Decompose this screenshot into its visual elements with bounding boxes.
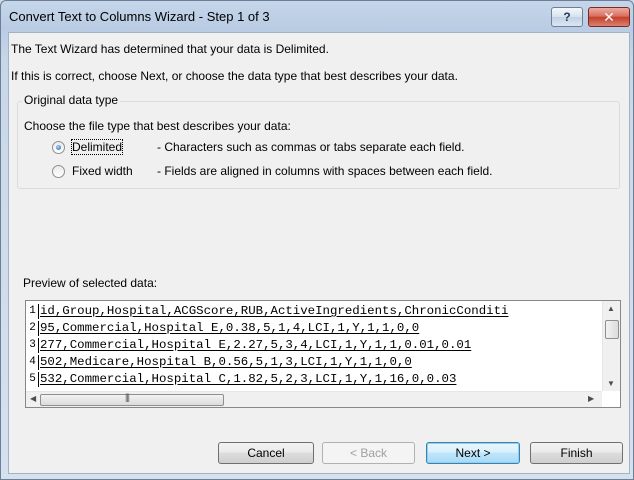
- preview-row: 1 id,Group,Hospital,ACGScore,RUB,ActiveI…: [26, 303, 594, 320]
- radio-button-icon[interactable]: [52, 141, 65, 154]
- finish-button-label: Finish: [560, 446, 593, 460]
- title-bar[interactable]: Convert Text to Columns Wizard - Step 1 …: [1, 1, 633, 31]
- scroll-grip-icon: |||: [125, 392, 130, 402]
- original-data-type-group: Original data type Choose the file type …: [17, 93, 620, 189]
- row-number: 2: [27, 321, 39, 336]
- delimited-description: - Characters such as commas or tabs sepa…: [157, 140, 465, 154]
- file-type-prompt: Choose the file type that best describes…: [24, 119, 291, 133]
- row-text: id,Group,Hospital,ACGScore,RUB,ActiveIng…: [40, 304, 509, 318]
- vertical-scroll-thumb[interactable]: [605, 320, 619, 339]
- row-text: 95,Commercial,Hospital E,0.38,5,1,4,LCI,…: [40, 321, 420, 335]
- horizontal-scroll-thumb[interactable]: |||: [40, 392, 224, 406]
- scroll-up-arrow-icon[interactable]: ▲: [607, 304, 615, 313]
- row-text: 277,Commercial,Hospital E,2.27,5,3,4,LCI…: [40, 338, 472, 352]
- vertical-scrollbar[interactable]: ▲ ▼: [602, 301, 620, 391]
- close-button[interactable]: ✕: [588, 7, 630, 27]
- scroll-right-arrow-icon[interactable]: ▶: [588, 394, 594, 403]
- fixed-width-description: - Fields are aligned in columns with spa…: [157, 164, 493, 178]
- preview-row: 4 502,Medicare,Hospital B,0.56,5,1,3,LCI…: [26, 354, 594, 371]
- back-button-label: < Back: [349, 446, 388, 460]
- radio-delimited[interactable]: Delimited - Characters such as commas or…: [52, 139, 612, 156]
- cancel-button-label: Cancel: [247, 446, 285, 460]
- back-button[interactable]: < Back: [322, 442, 415, 464]
- next-button[interactable]: Next >: [426, 442, 520, 464]
- row-number: 1: [27, 304, 39, 319]
- row-number: 5: [27, 372, 39, 387]
- row-number: 4: [27, 355, 39, 370]
- intro-line-2: If this is correct, choose Next, or choo…: [11, 69, 458, 83]
- next-button-label: Next >: [455, 446, 491, 460]
- horizontal-scrollbar[interactable]: ◀ ||| ▶: [26, 391, 602, 407]
- radio-button-icon[interactable]: [52, 165, 65, 178]
- preview-row: 5 532,Commercial,Hospital C,1.82,5,2,3,L…: [26, 371, 594, 388]
- group-legend: Original data type: [22, 93, 121, 107]
- radio-selected-dot: [56, 145, 61, 150]
- preview-row: 3 277,Commercial,Hospital E,2.27,5,3,4,L…: [26, 337, 594, 354]
- row-text: 502,Medicare,Hospital B,0.56,5,1,3,LCI,1…: [40, 355, 412, 369]
- row-text: 532,Commercial,Hospital C,1.82,5,2,3,LCI…: [40, 372, 457, 386]
- preview-pane[interactable]: 1 id,Group,Hospital,ACGScore,RUB,ActiveI…: [25, 300, 621, 408]
- help-button[interactable]: ?: [551, 7, 583, 27]
- radio-fixed-width[interactable]: Fixed width - Fields are aligned in colu…: [52, 164, 612, 180]
- preview-label: Preview of selected data:: [23, 276, 158, 290]
- cancel-button[interactable]: Cancel: [218, 442, 314, 464]
- scroll-left-arrow-icon[interactable]: ◀: [30, 394, 36, 403]
- intro-line-1: The Text Wizard has determined that your…: [11, 42, 329, 56]
- finish-button[interactable]: Finish: [530, 442, 623, 464]
- scroll-down-arrow-icon[interactable]: ▼: [607, 379, 615, 388]
- delimited-label[interactable]: Delimited: [70, 139, 124, 155]
- dialog-body: The Text Wizard has determined that your…: [8, 32, 630, 474]
- wizard-window: Convert Text to Columns Wizard - Step 1 …: [0, 0, 634, 480]
- preview-row: 2 95,Commercial,Hospital E,0.38,5,1,4,LC…: [26, 320, 594, 337]
- row-number: 3: [27, 338, 39, 353]
- window-title: Convert Text to Columns Wizard - Step 1 …: [9, 9, 270, 24]
- fixed-width-label[interactable]: Fixed width: [72, 164, 133, 178]
- preview-content: 1 id,Group,Hospital,ACGScore,RUB,ActiveI…: [26, 301, 594, 391]
